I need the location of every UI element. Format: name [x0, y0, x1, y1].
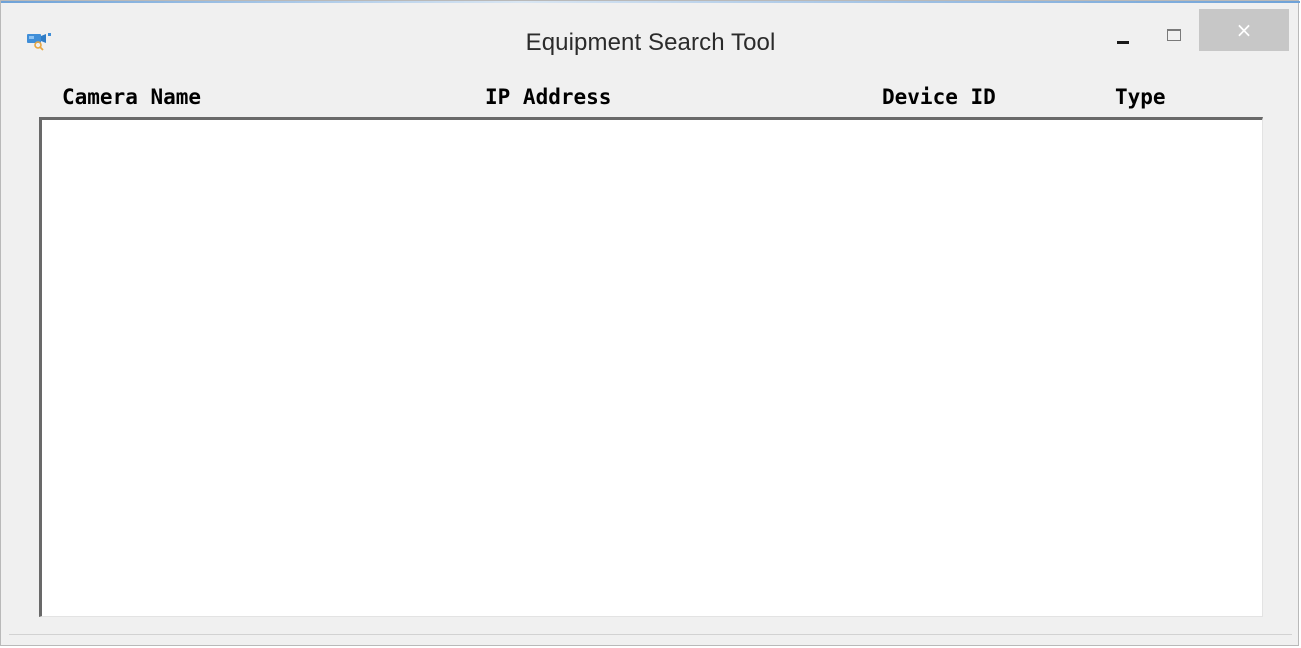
app-window: Equipment Search Tool × Camera Name IP A…	[0, 0, 1300, 646]
close-button[interactable]: ×	[1199, 9, 1289, 51]
column-header-ip-address[interactable]: IP Address	[485, 85, 611, 109]
maximize-icon	[1167, 29, 1181, 41]
maximize-button[interactable]	[1153, 9, 1197, 51]
minimize-icon	[1117, 41, 1129, 44]
column-header-camera-name[interactable]: Camera Name	[62, 85, 201, 109]
device-list-header: Camera Name IP Address Device ID Type	[1, 85, 1300, 111]
title-bar[interactable]: Equipment Search Tool ×	[1, 1, 1300, 71]
close-icon: ×	[1235, 18, 1253, 42]
column-header-type[interactable]: Type	[1115, 85, 1166, 109]
bottom-divider	[9, 634, 1292, 635]
column-header-device-id[interactable]: Device ID	[882, 85, 996, 109]
device-list[interactable]	[39, 117, 1263, 617]
minimize-button[interactable]	[1103, 9, 1143, 51]
